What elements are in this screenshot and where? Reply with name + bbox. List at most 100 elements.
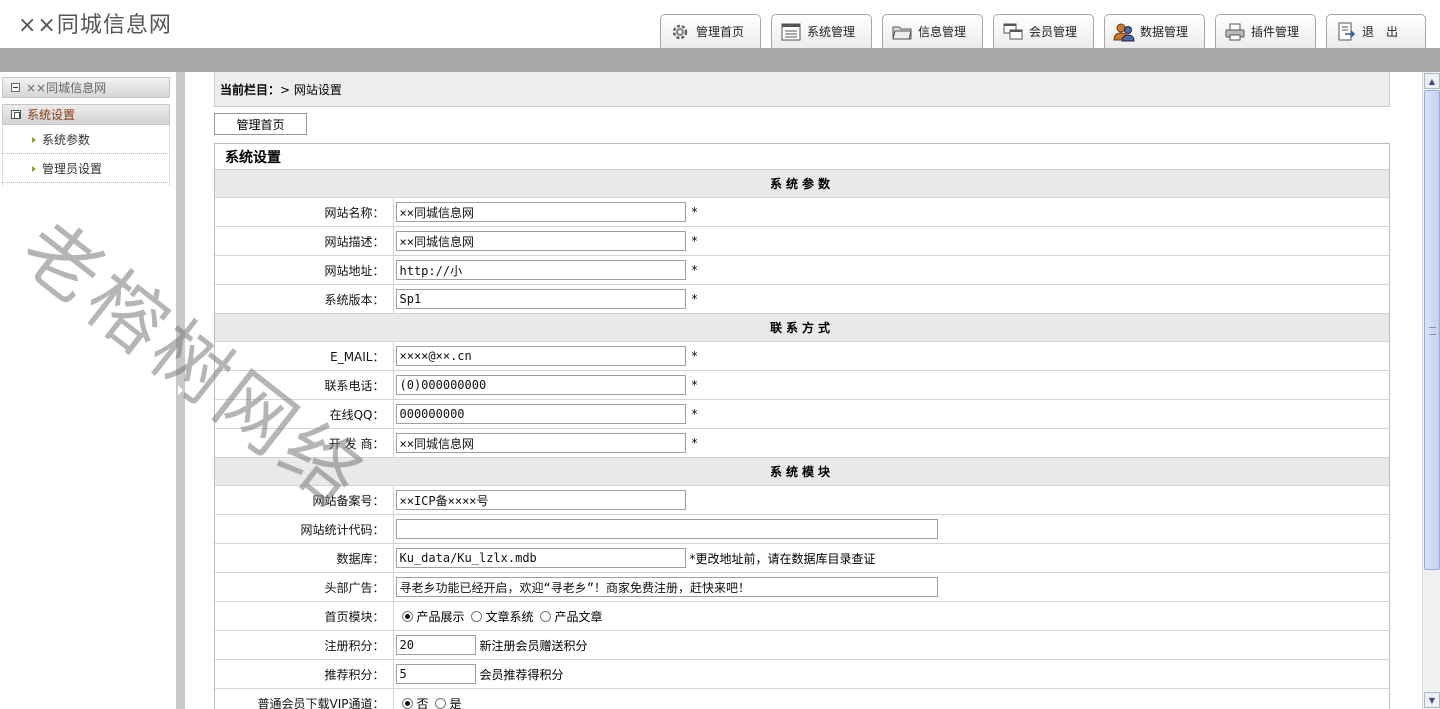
required-mark: * <box>691 205 698 219</box>
referral-points-input[interactable]: 5 <box>395 664 476 684</box>
header-ad-input[interactable]: 寻老乡功能已经开启，欢迎“寻老乡”！商家免费注册，赶快来吧！ <box>395 577 938 597</box>
radio-product-display[interactable] <box>401 610 413 622</box>
site-name-input[interactable]: ××同城信息网 <box>395 202 686 222</box>
nav-tab-label: 退 出 <box>1362 25 1399 39</box>
site-url-input[interactable]: http://小 <box>395 260 686 280</box>
sidebar-root-label: ××同城信息网 <box>26 81 107 95</box>
system-version-input[interactable]: Sp1 <box>395 289 686 309</box>
field-label: 普通会员下载VIP通道： <box>215 688 394 709</box>
field-label: 推荐积分： <box>215 659 394 689</box>
sidebar-group-label: 系统设置 <box>27 108 76 122</box>
required-mark: * <box>691 349 698 363</box>
phone-input[interactable]: (0)000000000 <box>395 375 686 395</box>
field-label: 联系电话： <box>215 370 394 400</box>
stats-code-input[interactable] <box>395 519 938 539</box>
field-label: E_MAIL： <box>215 341 394 371</box>
radio-product-article[interactable] <box>539 610 551 622</box>
field-label: 首页模块： <box>215 601 394 631</box>
settings-form: 系统参数 网站名称： ××同城信息网 * 网站描述： ××同城信息网 * 网站地址：… <box>215 169 1389 709</box>
book-icon <box>11 110 21 119</box>
panel-title: 系统设置 <box>225 149 281 166</box>
users-icon <box>1113 22 1135 42</box>
radio-label: 文章系统 <box>485 609 534 624</box>
section-header-modules: 系统模块 <box>215 457 1389 486</box>
section-header-contact: 联系方式 <box>215 313 1389 342</box>
required-mark: * <box>691 234 698 248</box>
logout-icon <box>1335 22 1357 42</box>
field-label: 网站备案号： <box>215 485 394 515</box>
collapse-icon <box>11 83 20 92</box>
radio-label: 是 <box>449 696 462 709</box>
field-label: 系统版本： <box>215 284 394 314</box>
scroll-down-arrow-icon[interactable]: ▼ <box>1424 692 1440 708</box>
radio-label: 产品文章 <box>554 609 603 624</box>
sidebar-group-system-settings[interactable]: 系统设置 <box>2 104 170 125</box>
nav-tab-label: 系统管理 <box>807 25 856 39</box>
admin-home-button[interactable]: 管理首页 <box>214 113 307 135</box>
field-label: 头部广告： <box>215 572 394 602</box>
gear-icon <box>669 22 691 42</box>
vertical-scrollbar[interactable]: ▲ ▼ <box>1422 72 1440 709</box>
splitter-arrow-icon[interactable] <box>178 385 183 395</box>
site-title: ××同城信息网 <box>18 13 172 38</box>
nav-tab-system[interactable]: 系统管理 <box>771 14 872 48</box>
bullet-arrow-icon <box>32 136 36 143</box>
database-note: *更改地址前，请在数据库目录查证 <box>689 551 876 566</box>
radio-vip-yes[interactable] <box>434 697 446 709</box>
section-header-params: 系统参数 <box>215 169 1389 198</box>
referral-points-note: 会员推荐得积分 <box>479 667 564 682</box>
radio-label: 否 <box>416 696 429 709</box>
nav-tab-data[interactable]: 数据管理 <box>1104 14 1205 48</box>
icp-input[interactable]: ××ICP备××××号 <box>395 490 686 510</box>
nav-tab-label: 会员管理 <box>1029 25 1078 39</box>
radio-label: 产品展示 <box>416 609 465 624</box>
qq-input[interactable]: 000000000 <box>395 404 686 424</box>
radio-article-system[interactable] <box>470 610 482 622</box>
site-desc-input[interactable]: ××同城信息网 <box>395 231 686 251</box>
nav-tab-info[interactable]: 信息管理 <box>882 14 983 48</box>
field-label: 网站描述： <box>215 226 394 256</box>
windows-icon <box>1002 22 1024 42</box>
field-label: 开 发 商： <box>215 428 394 458</box>
top-header: ××同城信息网 管理首页 系统管理 信息管理 会员管理 数据管理 插件管理 退 … <box>0 0 1440 50</box>
nav-tab-label: 数据管理 <box>1140 25 1189 39</box>
printer-icon <box>1224 22 1246 42</box>
nav-tab-plugins[interactable]: 插件管理 <box>1215 14 1316 48</box>
register-points-input[interactable]: 20 <box>395 635 476 655</box>
header-bar <box>0 48 1440 72</box>
nav-tab-logout[interactable]: 退 出 <box>1326 14 1426 48</box>
list-icon <box>780 22 802 42</box>
required-mark: * <box>691 263 698 277</box>
sidebar-item-label: 管理员设置 <box>42 162 103 176</box>
main-nav: 管理首页 系统管理 信息管理 会员管理 数据管理 插件管理 退 出 <box>660 14 1436 48</box>
sidebar-item-system-params[interactable]: 系统参数 <box>2 126 170 154</box>
sidebar: ××同城信息网 系统设置 系统参数 管理员设置 <box>0 72 176 709</box>
bullet-arrow-icon <box>32 165 36 172</box>
breadcrumb-prefix: 当前栏目： <box>220 82 281 97</box>
nav-tab-label: 插件管理 <box>1251 25 1300 39</box>
field-label: 网站地址： <box>215 255 394 285</box>
sidebar-item-admin-settings[interactable]: 管理员设置 <box>2 155 170 183</box>
nav-tab-label: 管理首页 <box>696 25 745 39</box>
scrollbar-thumb[interactable] <box>1424 90 1440 570</box>
breadcrumb: 当前栏目： > 网站设置 <box>214 72 1390 107</box>
register-points-note: 新注册会员赠送积分 <box>479 638 588 653</box>
nav-tab-admin-home[interactable]: 管理首页 <box>660 14 761 48</box>
email-input[interactable]: ××××@××.cn <box>395 346 686 366</box>
folder-icon <box>891 22 913 42</box>
main-content: 当前栏目： > 网站设置 管理首页 系统设置 系统参数 网站名称： ××同城信息… <box>185 72 1422 709</box>
scroll-up-arrow-icon[interactable]: ▲ <box>1424 73 1440 89</box>
settings-panel: 系统设置 系统参数 网站名称： ××同城信息网 * 网站描述： ××同城信息网 * … <box>214 143 1390 709</box>
field-label: 网站名称： <box>215 197 394 227</box>
nav-tab-members[interactable]: 会员管理 <box>993 14 1094 48</box>
sidebar-root[interactable]: ××同城信息网 <box>2 77 170 98</box>
radio-vip-no[interactable] <box>401 697 413 709</box>
database-input[interactable]: Ku_data/Ku_lzlx.mdb <box>395 548 686 568</box>
required-mark: * <box>691 436 698 450</box>
required-mark: * <box>691 292 698 306</box>
developer-input[interactable]: ××同城信息网 <box>395 433 686 453</box>
field-label: 数据库： <box>215 543 394 573</box>
field-label: 在线QQ： <box>215 399 394 429</box>
nav-tab-label: 信息管理 <box>918 25 967 39</box>
breadcrumb-current: > 网站设置 <box>280 82 342 97</box>
